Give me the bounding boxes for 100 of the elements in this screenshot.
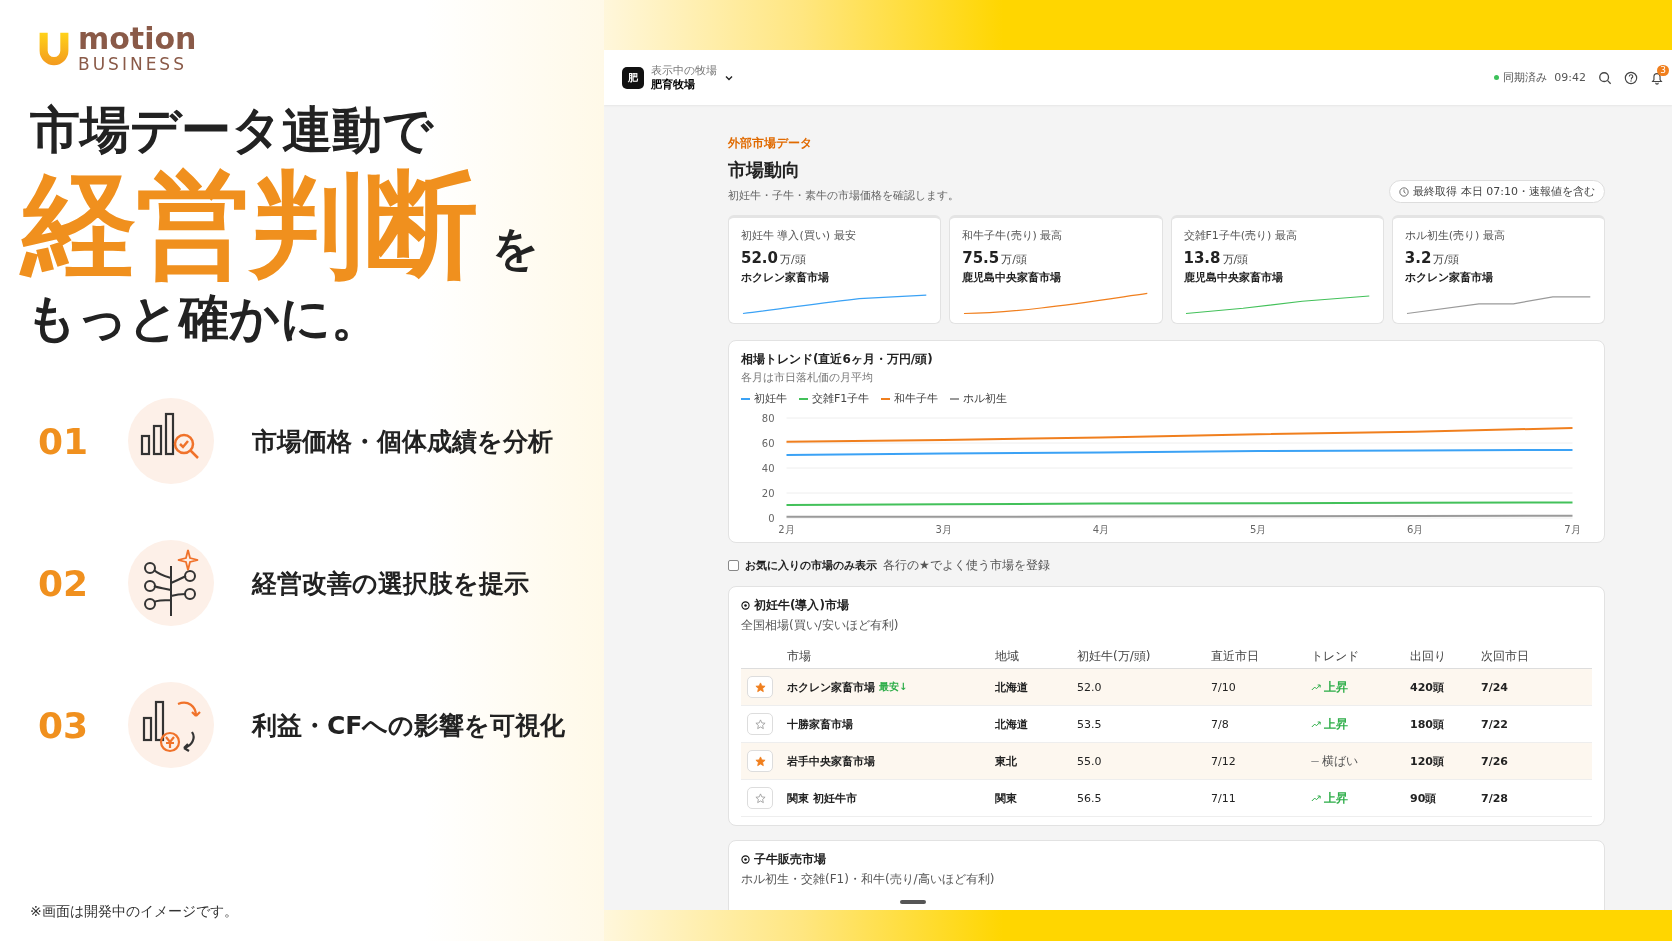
table-title: 子牛販売市場 bbox=[754, 851, 826, 868]
kpi-value: 13.8 bbox=[1183, 249, 1221, 267]
footnote: ※画面は開発中のイメージです。 bbox=[30, 903, 239, 921]
x-tick-label: 5月 bbox=[1249, 524, 1267, 535]
column-header: 初妊牛(万/頭) bbox=[1077, 647, 1152, 665]
kpi-market: ホクレン家畜市場 bbox=[1404, 270, 1494, 285]
ring-icon bbox=[741, 601, 750, 610]
brand-subtitle: BUSINESS bbox=[78, 56, 188, 73]
notification-badge: 3 bbox=[1657, 64, 1669, 76]
column-header: 出回り bbox=[1410, 647, 1447, 665]
table-cell-text: 420頭 bbox=[1410, 679, 1445, 695]
kpi-market: 鹿児島中央家畜市場 bbox=[962, 270, 1063, 285]
y-tick-label: 40 bbox=[761, 463, 775, 474]
table-cell-text: 90頭 bbox=[1410, 790, 1438, 806]
page-title: 市場動向 bbox=[728, 158, 801, 182]
favorite-star-button[interactable] bbox=[747, 713, 773, 735]
y-tick-label: 60 bbox=[761, 438, 775, 449]
table-cell-text: 北海道 bbox=[995, 679, 1029, 695]
chart-subtitle: 各月は市日落札価の月平均 bbox=[741, 370, 874, 385]
kpi-label: 初妊牛 導入(買い) 最安 bbox=[741, 228, 857, 243]
y-tick-label: 0 bbox=[768, 513, 775, 524]
branch-checks-icon bbox=[126, 538, 216, 629]
table-cell-text: 7/28 bbox=[1481, 791, 1509, 805]
table-cell-text: 北海道 bbox=[995, 716, 1029, 732]
page-eyebrow: 外部市場データ bbox=[728, 135, 813, 152]
market-name: 十勝家畜市場 bbox=[787, 716, 853, 732]
search-icon[interactable] bbox=[1598, 70, 1612, 85]
star-icon bbox=[754, 755, 766, 767]
kpi-value: 3.2 bbox=[1404, 249, 1432, 267]
legend-label: 初妊牛 bbox=[754, 391, 787, 406]
feature-text: 市場価格・個体成績を分析 bbox=[252, 425, 553, 458]
column-header: 地域 bbox=[995, 647, 1020, 665]
kpi-market: 鹿児島中央家畜市場 bbox=[1183, 270, 1284, 285]
trend-label: 上昇 bbox=[1324, 715, 1348, 733]
table-cell-text: 52.0 bbox=[1077, 680, 1103, 694]
market-name: ホクレン家畜市場 bbox=[787, 679, 875, 695]
sync-status: 同期済み 09:42 bbox=[1494, 70, 1586, 85]
table-cell-text: 東北 bbox=[995, 753, 1018, 769]
table-cell-text: 56.5 bbox=[1077, 791, 1103, 805]
kpi-unit: 万/頭 bbox=[1433, 252, 1460, 267]
kpi-value: 52.0 bbox=[741, 249, 778, 267]
kpi-unit: 万/頭 bbox=[1001, 252, 1027, 267]
star-icon bbox=[754, 792, 766, 804]
kpi-unit: 万/頭 bbox=[1222, 252, 1249, 267]
column-header: トレンド bbox=[1311, 647, 1360, 665]
headline-particle: を bbox=[492, 220, 539, 277]
kpi-label: 和牛子牛(売り) 最高 bbox=[962, 228, 1064, 243]
x-tick-label: 7月 bbox=[1564, 524, 1581, 535]
checkbox[interactable] bbox=[728, 560, 739, 571]
table-cell-text: 7/24 bbox=[1481, 680, 1509, 694]
kpi-unit: 万/頭 bbox=[780, 252, 806, 267]
table-subtitle: ホル初生・交雑(F1)・和牛(売り/高いほど有利) bbox=[741, 871, 996, 888]
star-icon bbox=[754, 681, 766, 693]
farm-selector[interactable]: 肥 表示中の牧場 肥育牧場 bbox=[622, 64, 734, 91]
y-tick-label: 80 bbox=[761, 413, 775, 424]
trend-up-icon bbox=[1311, 794, 1321, 802]
x-tick-label: 6月 bbox=[1407, 524, 1424, 535]
favorite-star-button[interactable] bbox=[747, 750, 773, 772]
table-row[interactable]: 岩手中央家畜市場 東北 55.0 7/12 横ばい 120頭 7/26 bbox=[741, 743, 1592, 780]
table-cell-text: 7/8 bbox=[1211, 717, 1230, 731]
feature-text: 経営改善の選択肢を提示 bbox=[252, 567, 529, 600]
feature-number: 01 bbox=[38, 420, 90, 462]
table-cell-text: 120頭 bbox=[1410, 753, 1445, 769]
cheapest-tag: 最安↓ bbox=[879, 680, 908, 694]
x-tick-label: 3月 bbox=[935, 524, 952, 535]
table-cell-text: 7/11 bbox=[1211, 791, 1237, 805]
table-cell-text: 7/10 bbox=[1211, 680, 1237, 694]
table-title: 初妊牛(導入)市場 bbox=[754, 597, 849, 614]
table-subtitle: 全国相場(買い/安いほど有利) bbox=[741, 617, 900, 634]
page-subtitle: 初妊牛・子牛・素牛の市場価格を確認します。 bbox=[728, 188, 959, 203]
table-cell-text: 7/12 bbox=[1211, 754, 1237, 768]
market-name: 関東 初妊牛市 bbox=[787, 790, 857, 806]
favorite-star-button[interactable] bbox=[747, 787, 773, 809]
x-tick-label: 2月 bbox=[778, 524, 795, 535]
market-name: 岩手中央家畜市場 bbox=[787, 753, 875, 769]
trend-up-icon bbox=[1311, 720, 1321, 728]
feature-text: 利益・CFへの影響を可視化 bbox=[252, 709, 566, 742]
brand-name: motion bbox=[78, 24, 197, 54]
trend-label: 上昇 bbox=[1324, 789, 1348, 807]
table-cell-text: 関東 bbox=[995, 790, 1018, 806]
table-row[interactable]: ホクレン家畜市場 最安↓ 北海道 52.0 7/10 上昇 420頭 7/24 bbox=[741, 669, 1592, 706]
table-cell-text: 180頭 bbox=[1410, 716, 1445, 732]
kpi-label: 交雑F1子牛(売り) 最高 bbox=[1183, 228, 1298, 243]
ring-icon bbox=[741, 855, 750, 864]
dash-icon bbox=[1311, 759, 1319, 763]
column-header: 次回市日 bbox=[1481, 647, 1530, 665]
legend-label: 和牛子牛 bbox=[894, 391, 939, 406]
trend-label: 横ばい bbox=[1322, 752, 1358, 770]
chart-yen-icon bbox=[126, 680, 216, 771]
table-row[interactable]: 関東 初妊牛市 関東 56.5 7/11 上昇 90頭 7/28 bbox=[741, 780, 1592, 817]
table-cell-text: 55.0 bbox=[1077, 754, 1103, 768]
filter-hint: 各行の★でよく使う市場を登録 bbox=[883, 557, 1050, 574]
filter-label: お気に入りの市場のみ表示 bbox=[745, 558, 877, 573]
favorite-star-button[interactable] bbox=[747, 676, 773, 698]
help-icon[interactable] bbox=[1624, 70, 1638, 85]
feature-number: 03 bbox=[38, 704, 90, 746]
fetched-badge: 最終取得 本日 07:10・速報値を含む bbox=[1389, 180, 1605, 203]
table-cell-text: 7/26 bbox=[1481, 754, 1509, 768]
kpi-value: 75.5 bbox=[962, 249, 1000, 267]
column-header: 市場 bbox=[787, 647, 812, 665]
